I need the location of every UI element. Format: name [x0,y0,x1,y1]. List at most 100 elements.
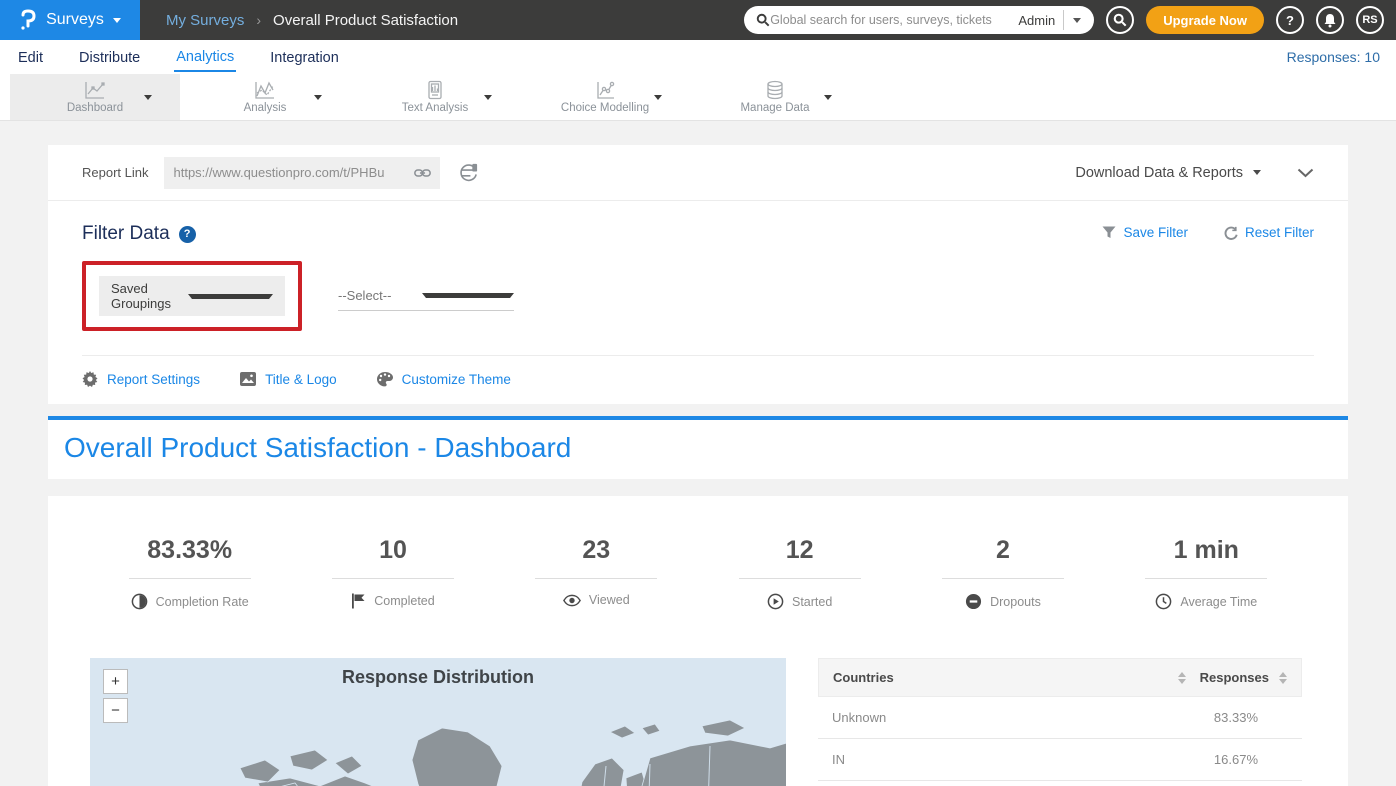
minus-circle-icon [965,593,982,610]
tab-dashboard[interactable]: Dashboard [10,74,180,120]
stat-value: 23 [495,536,698,565]
tab-analysis-caret-icon[interactable] [314,95,322,100]
tab-choice-modelling[interactable]: Choice Modelling [520,74,690,120]
search-scope-dropdown[interactable] [1064,18,1090,23]
stat-value: 10 [291,536,494,565]
questionpro-logo[interactable]: Surveys [0,0,140,40]
report-link-url[interactable]: https://www.questionpro.com/t/PHBu [173,165,414,180]
title-logo-link[interactable]: Title & Logo [240,372,337,387]
report-link-field[interactable]: https://www.questionpro.com/t/PHBu [164,157,440,189]
map-zoom-in-button[interactable]: + [103,669,128,694]
save-filter-button[interactable]: Save Filter [1102,225,1188,240]
header-actions: Admin Upgrade Now ? RS [744,6,1396,34]
customize-theme-link[interactable]: Customize Theme [377,372,511,387]
divider [82,355,1314,356]
collapse-panel-button[interactable] [1297,168,1314,178]
table-row: Unknown 83.33% [818,697,1302,739]
notifications-button[interactable] [1316,6,1344,34]
stat-value: 2 [901,536,1104,565]
stat-completion-rate: 83.33% Completion Rate [88,536,291,610]
select-value-dropdown[interactable]: --Select-- [338,281,514,311]
world-map[interactable] [90,698,786,786]
gear-icon [82,371,98,387]
select-caret-icon [422,293,514,298]
column-responses[interactable]: Responses [1200,670,1269,685]
tab-manage-data-caret-icon[interactable] [824,95,832,100]
download-data-reports-menu[interactable]: Download Data & Reports [1075,165,1261,181]
bell-icon [1323,13,1337,28]
advanced-search-button[interactable] [1106,6,1134,34]
stat-label: Average Time [1180,595,1257,609]
help-button[interactable]: ? [1276,6,1304,34]
eye-icon [563,594,581,607]
report-settings-link[interactable]: Report Settings [82,371,200,387]
saved-groupings-label: Saved Groupings [111,281,188,311]
dashboard-content-row: Response Distribution + − [48,658,1348,786]
tab-edit[interactable]: Edit [16,43,45,71]
search-input[interactable] [770,13,1010,27]
stat-value: 83.33% [88,536,291,565]
stat-value: 1 min [1105,536,1308,565]
stat-completed: 10 Completed [291,536,494,610]
country-name: IN [832,752,1214,767]
search-scope-label: Admin [1010,13,1063,28]
filter-help-icon[interactable]: ? [179,226,196,243]
report-link-row: Report Link https://www.questionpro.com/… [48,145,1348,201]
breadcrumb-separator: › [256,12,261,28]
tab-integration[interactable]: Integration [268,43,341,71]
table-row: Total 100.00% [818,781,1302,786]
analysis-chart-icon [254,80,276,100]
reset-filter-button[interactable]: Reset Filter [1224,225,1314,240]
stat-label: Completion Rate [156,595,249,609]
choice-modelling-icon [594,80,616,100]
stat-label: Dropouts [990,595,1041,609]
tab-label: Choice Modelling [561,102,649,114]
globe-mobile-icon[interactable] [458,162,479,183]
select-placeholder: --Select-- [338,288,422,303]
flag-icon [351,593,366,609]
avatar[interactable]: RS [1356,6,1384,34]
saved-groupings-dropdown[interactable]: Saved Groupings [99,276,285,316]
product-name: Surveys [46,11,104,29]
filter-data-title: Filter Data [82,223,170,245]
country-responses: 83.33% [1214,710,1258,725]
tab-analysis[interactable]: Analysis [180,74,350,120]
tab-choice-modelling-caret-icon[interactable] [654,95,662,100]
product-caret-icon [113,18,121,23]
stats-row: 83.33% Completion Rate 10 Completed 23 V… [48,536,1348,610]
report-filter-card: Report Link https://www.questionpro.com/… [48,145,1348,404]
survey-subnav: Edit Distribute Analytics Integration Re… [0,40,1396,74]
reset-filter-label: Reset Filter [1245,225,1314,240]
filter-dropdown-row: Saved Groupings --Select-- [82,261,1314,331]
breadcrumb-current-survey: Overall Product Satisfaction [273,12,458,29]
response-distribution-map[interactable]: Response Distribution + − [90,658,786,786]
responses-count: Responses: 10 [1287,49,1380,65]
breadcrumb: My Surveys › Overall Product Satisfactio… [166,12,458,29]
tab-analytics[interactable]: Analytics [174,42,236,72]
questionpro-p-icon [19,9,37,31]
stat-viewed: 23 Viewed [495,536,698,610]
breadcrumb-my-surveys[interactable]: My Surveys [166,12,244,29]
global-search-bar[interactable]: Admin [744,6,1094,34]
report-link-label: Report Link [82,165,148,180]
sort-responses-icon[interactable] [1279,672,1287,684]
column-countries[interactable]: Countries [833,670,1178,685]
countries-table: Countries Responses Unknown 83.33% IN 16… [818,658,1302,786]
filter-actions: Save Filter Reset Filter [1102,225,1314,240]
tab-text-analysis-caret-icon[interactable] [484,95,492,100]
countries-table-header: Countries Responses [818,658,1302,697]
table-row: IN 16.67% [818,739,1302,781]
tab-dashboard-caret-icon[interactable] [144,95,152,100]
tab-manage-data[interactable]: Manage Data [690,74,860,120]
sort-countries-icon[interactable] [1178,672,1186,684]
upgrade-now-button[interactable]: Upgrade Now [1146,6,1264,34]
play-circle-icon [767,593,784,610]
stat-started: 12 Started [698,536,901,610]
tab-text-analysis[interactable]: Text Analysis [350,74,520,120]
tab-label: Text Analysis [402,102,468,114]
link-icon[interactable] [414,167,431,179]
clock-icon [1155,593,1172,610]
tab-distribute[interactable]: Distribute [77,43,142,71]
stat-label: Completed [374,594,434,608]
country-name: Unknown [832,710,1214,725]
